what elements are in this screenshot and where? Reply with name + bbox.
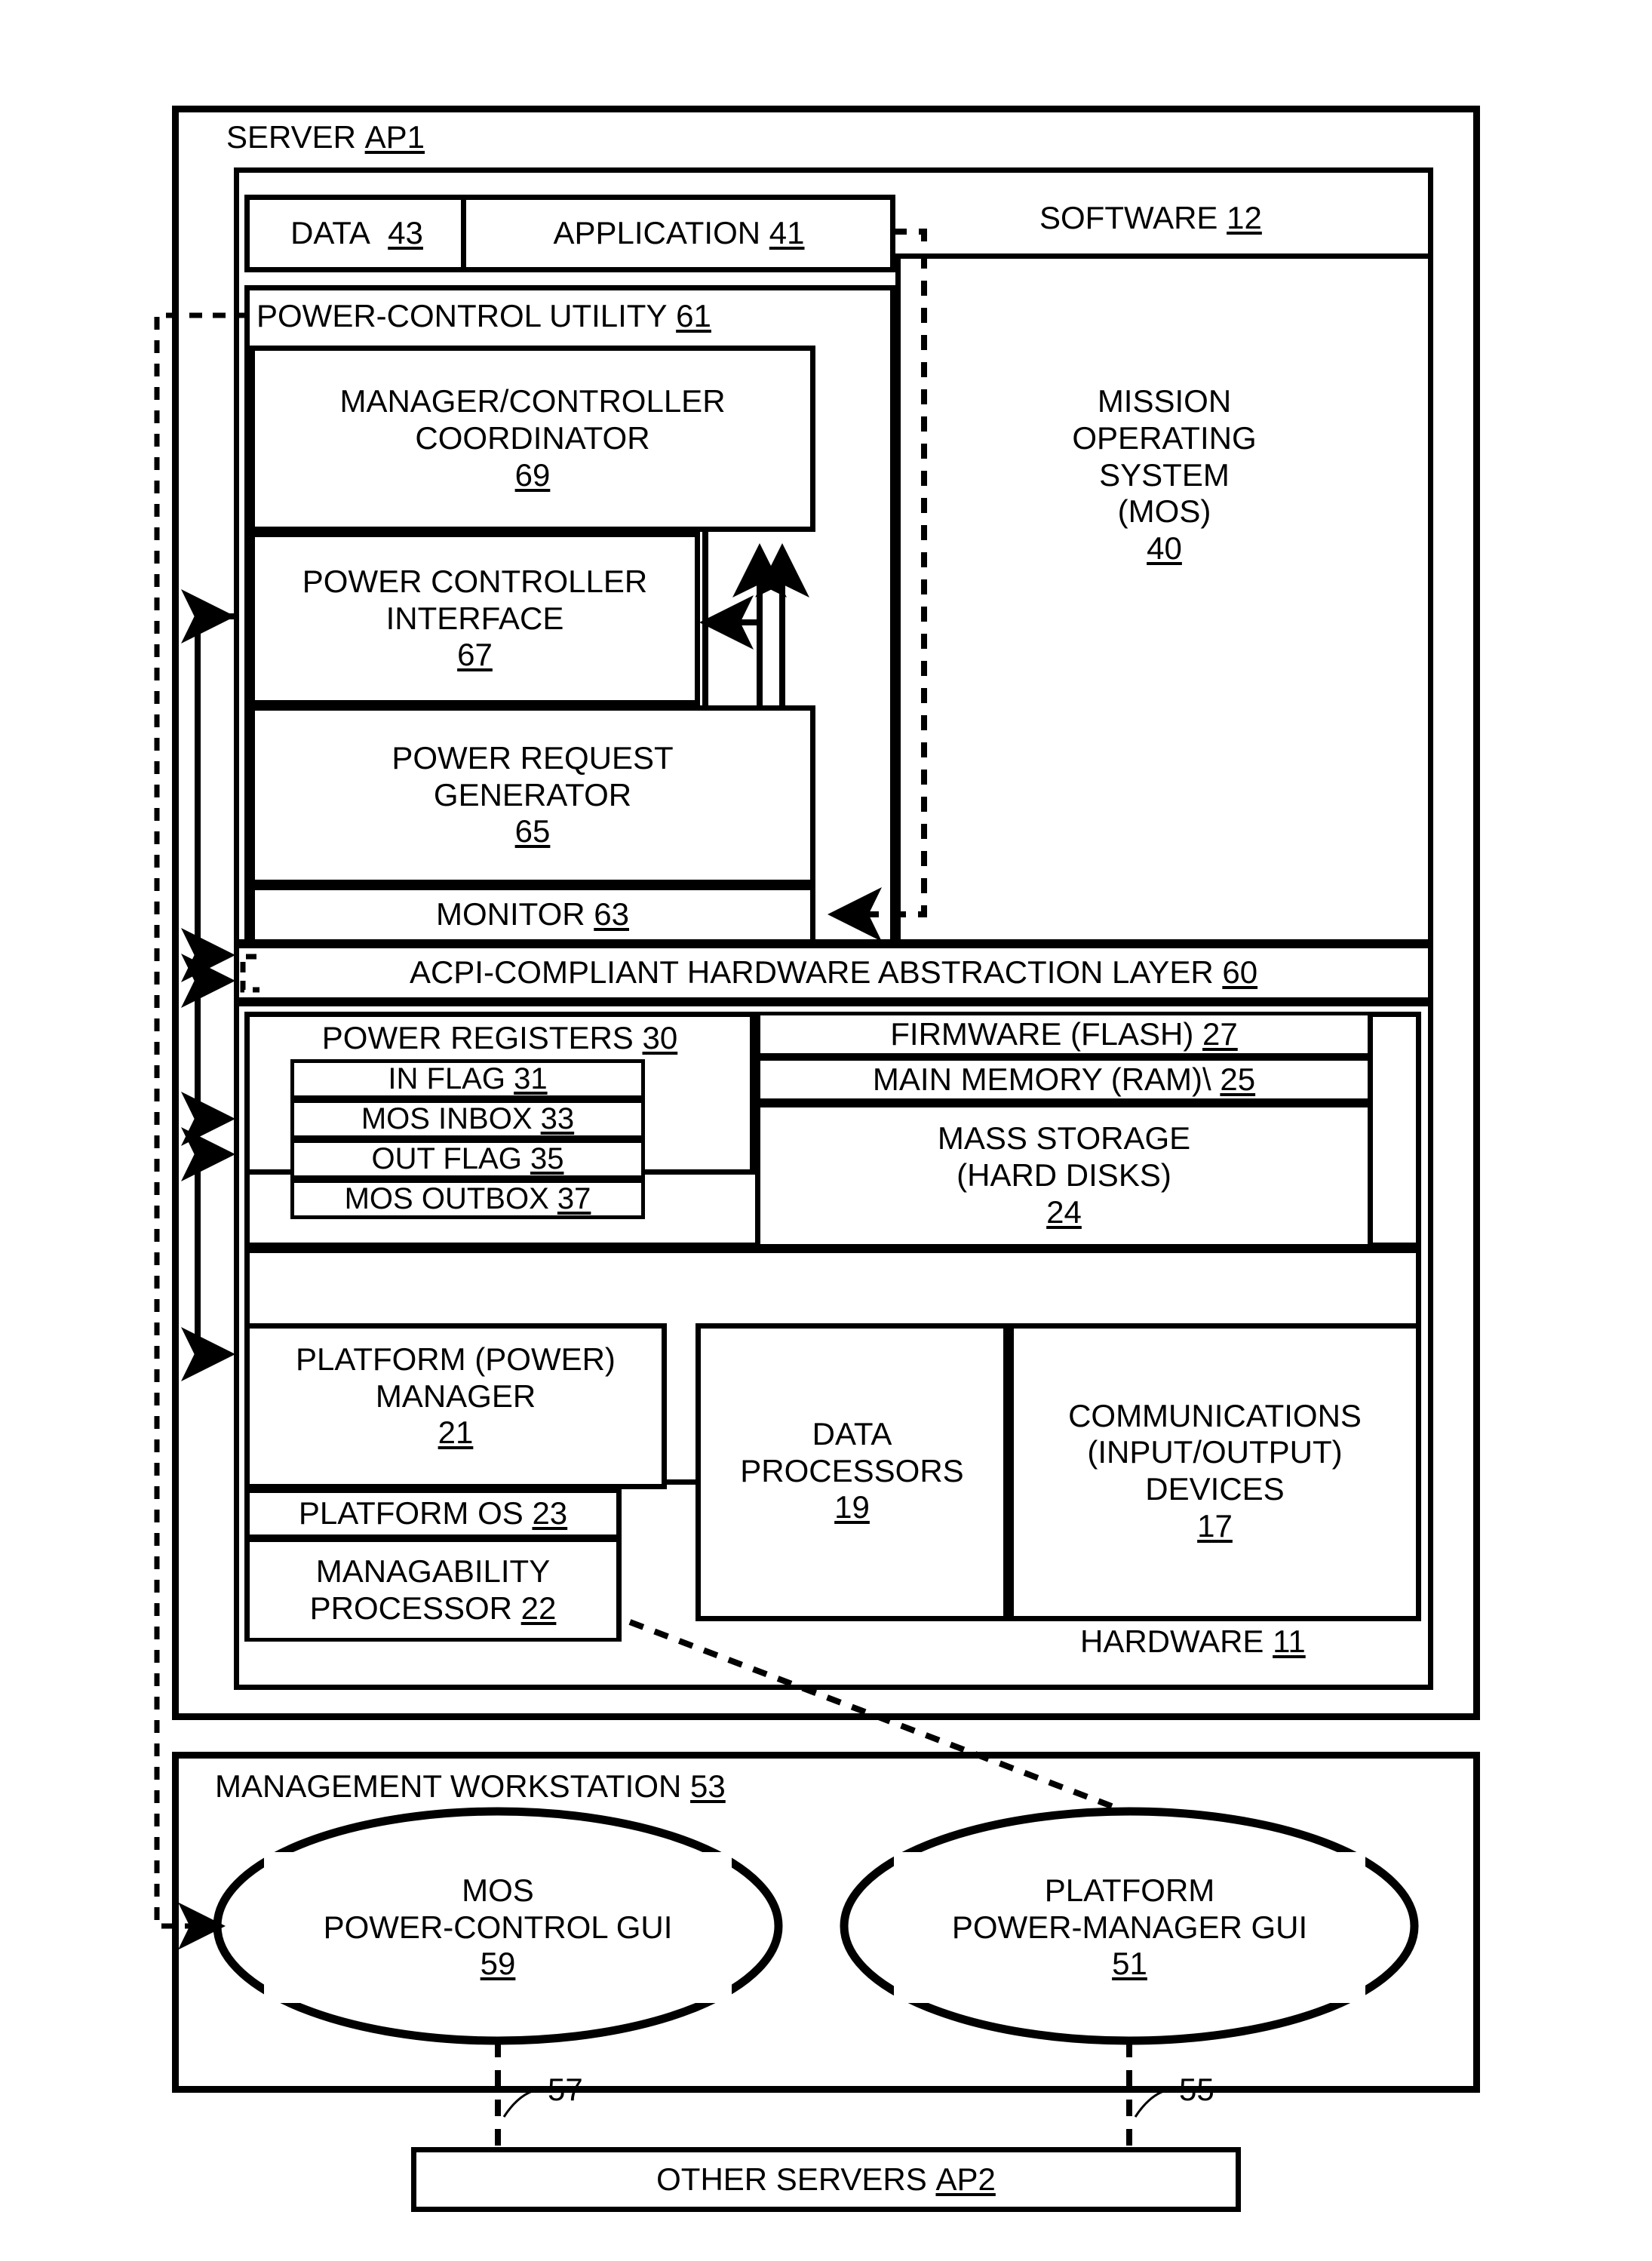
server-label: SERVER AP1 — [226, 119, 425, 155]
link-55-label: 55 — [1179, 2072, 1214, 2107]
leader-57 — [502, 2087, 542, 2118]
main-memory-text: MAIN MEMORY (RAM)\ 25 — [760, 1061, 1368, 1098]
register-mos-inbox-text: MOS INBOX 33 — [294, 1102, 641, 1135]
management-workstation-label: MANAGEMENT WORKSTATION 53 — [215, 1768, 726, 1804]
figure-canvas: SERVER AP1 SOFTWARE 12 DATA 43 APPLICATI… — [0, 0, 1652, 2261]
data-block: DATA 43 — [250, 200, 464, 267]
platform-os-text: PLATFORM OS 23 — [250, 1493, 616, 1534]
link-57-label: 57 — [548, 2072, 583, 2107]
mission-operating-system-text: MISSION OPERATING SYSTEM (MOS) 40 — [901, 317, 1428, 634]
power-controller-interface-text: POWER CONTROLLER INTERFACE 67 — [255, 537, 695, 700]
other-servers-text: OTHER SERVERS AP2 — [416, 2152, 1236, 2207]
platform-power-manager-gui-text: PLATFORM POWER-MANAGER GUI 51 — [894, 1852, 1365, 2003]
mass-storage-text: MASS STORAGE (HARD DISKS) 24 — [760, 1107, 1368, 1244]
application-block: APPLICATION 41 — [468, 200, 890, 267]
acpi-layer-text: ACPI-COMPLIANT HARDWARE ABSTRACTION LAYE… — [239, 948, 1428, 997]
hardware-label: HARDWARE 11 — [1080, 1624, 1306, 1659]
power-registers-label: POWER REGISTERS 30 — [250, 1017, 750, 1059]
register-in-flag-text: IN FLAG 31 — [294, 1062, 641, 1095]
register-mos-outbox-text: MOS OUTBOX 37 — [294, 1182, 641, 1215]
communications-devices-text: COMMUNICATIONS (INPUT/OUTPUT) DEVICES 17 — [1014, 1358, 1416, 1584]
power-request-generator-text: POWER REQUEST GENERATOR 65 — [255, 711, 810, 880]
mos-power-control-gui-text: MOS POWER-CONTROL GUI 59 — [264, 1852, 732, 2003]
leader-55 — [1134, 2087, 1174, 2118]
power-control-utility-label: POWER-CONTROL UTILITY 61 — [256, 298, 711, 333]
firmware-text: FIRMWARE (FLASH) 27 — [760, 1015, 1368, 1053]
software-label: SOFTWARE 12 — [1039, 200, 1262, 235]
monitor-text: MONITOR 63 — [255, 890, 810, 939]
data-application-divider — [461, 195, 466, 272]
platform-power-manager-text: PLATFORM (POWER) MANAGER 21 — [250, 1329, 662, 1464]
manager-controller-coordinator-text: MANAGER/CONTROLLER COORDINATOR 69 — [255, 351, 810, 527]
managability-processor-text: MANAGABILITY PROCESSOR 22 — [250, 1542, 616, 1638]
data-processors-text: DATA PROCESSORS 19 — [701, 1381, 1003, 1562]
register-out-flag-text: OUT FLAG 35 — [294, 1142, 641, 1175]
